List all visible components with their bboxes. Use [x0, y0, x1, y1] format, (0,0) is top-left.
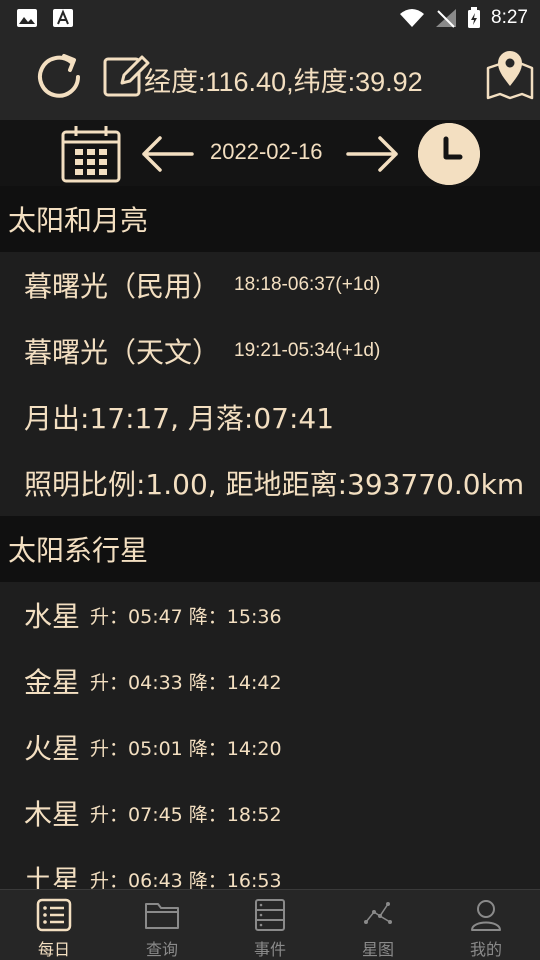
clock-icon[interactable] — [418, 123, 480, 185]
astro-twilight-value: 19:21-05:34(+1d) — [234, 340, 381, 361]
nav-item-daily[interactable]: 每日 — [0, 890, 108, 960]
planet-row: 土星 升：06:43 降：16:53 — [0, 846, 540, 889]
planet-name: 火星 — [24, 732, 81, 765]
constellation-icon — [364, 902, 392, 924]
moon-rise-set-row: 月出:17:17, 月落:07:41 — [0, 384, 540, 450]
bottom-nav: 每日 查询 事件 星图 我的 — [0, 889, 540, 960]
folder-icon — [145, 903, 179, 929]
civil-twilight-row: 暮曙光（民用） 18:18-06:37(+1d) — [0, 252, 540, 318]
nav-item-events[interactable]: 事件 — [216, 890, 324, 960]
wifi-icon — [400, 9, 425, 27]
content-scroll[interactable]: 太阳和月亮 暮曙光（民用） 18:18-06:37(+1d) 暮曙光（天文） 1… — [0, 186, 540, 889]
arrow-right-icon[interactable] — [344, 134, 402, 174]
astro-twilight-row: 暮曙光（天文） 19:21-05:34(+1d) — [0, 318, 540, 384]
planet-times: 升：06:43 降：16:53 — [90, 869, 282, 890]
battery-charging-icon — [468, 7, 481, 28]
planet-times: 升：05:01 降：14:20 — [90, 737, 282, 760]
planet-row: 水星 升：05:47 降：15:36 — [0, 582, 540, 648]
nav-label-events: 事件 — [253, 940, 286, 959]
nav-label-daily: 每日 — [37, 940, 70, 959]
font-download-icon — [53, 9, 73, 27]
arrow-left-icon[interactable] — [138, 134, 196, 174]
nav-label-mine: 我的 — [469, 940, 502, 959]
planet-row: 金星 升：04:33 降：14:42 — [0, 648, 540, 714]
illumination-row: 照明比例:1.00, 距地距离:393770.0km — [0, 450, 540, 516]
planet-times: 升：04:33 降：14:42 — [90, 671, 282, 694]
edit-icon[interactable] — [102, 51, 150, 99]
top-bar: 经度:116.40,纬度:39.92 — [0, 36, 540, 120]
coordinates-label[interactable]: 经度:116.40,纬度:39.92 — [144, 60, 423, 99]
planet-times: 升：05:47 降：15:36 — [90, 605, 282, 628]
moon-rise-set-text: 月出:17:17, 月落:07:41 — [24, 402, 335, 435]
illumination-text: 照明比例:1.00, 距地距离:393770.0km — [24, 468, 525, 501]
refresh-icon[interactable] — [30, 48, 88, 106]
nav-item-query[interactable]: 查询 — [108, 890, 216, 960]
planet-name: 土星 — [24, 864, 81, 889]
date-bar: 2022-02-16 — [0, 120, 540, 186]
signal-off-icon — [436, 9, 457, 28]
planet-times: 升：07:45 降：18:52 — [90, 803, 282, 826]
status-bar: 8:27 — [0, 0, 540, 36]
nav-label-query: 查询 — [145, 940, 178, 959]
image-icon — [17, 9, 37, 27]
planet-row: 木星 升：07:45 降：18:52 — [0, 780, 540, 846]
section-header-planets: 太阳系行星 — [0, 516, 540, 582]
nav-item-mine[interactable]: 我的 — [432, 890, 540, 960]
astro-twilight-label: 暮曙光（天文） — [24, 336, 221, 369]
map-pin-icon[interactable] — [484, 46, 536, 102]
planet-name: 水星 — [24, 600, 81, 633]
planet-name: 木星 — [24, 798, 81, 831]
planet-name: 金星 — [24, 666, 81, 699]
date-label[interactable]: 2022-02-16 — [210, 139, 323, 165]
nav-label-starmap: 星图 — [361, 940, 394, 959]
nav-item-starmap[interactable]: 星图 — [324, 890, 432, 960]
civil-twilight-label: 暮曙光（民用） — [24, 270, 221, 303]
server-list-icon — [255, 899, 285, 931]
planet-row: 火星 升：05:01 降：14:20 — [0, 714, 540, 780]
civil-twilight-value: 18:18-06:37(+1d) — [234, 274, 381, 295]
status-time: 8:27 — [491, 7, 528, 28]
list-icon — [36, 898, 72, 932]
user-icon — [471, 900, 501, 931]
section-header-sun-moon: 太阳和月亮 — [0, 186, 540, 252]
calendar-icon[interactable] — [60, 124, 122, 184]
